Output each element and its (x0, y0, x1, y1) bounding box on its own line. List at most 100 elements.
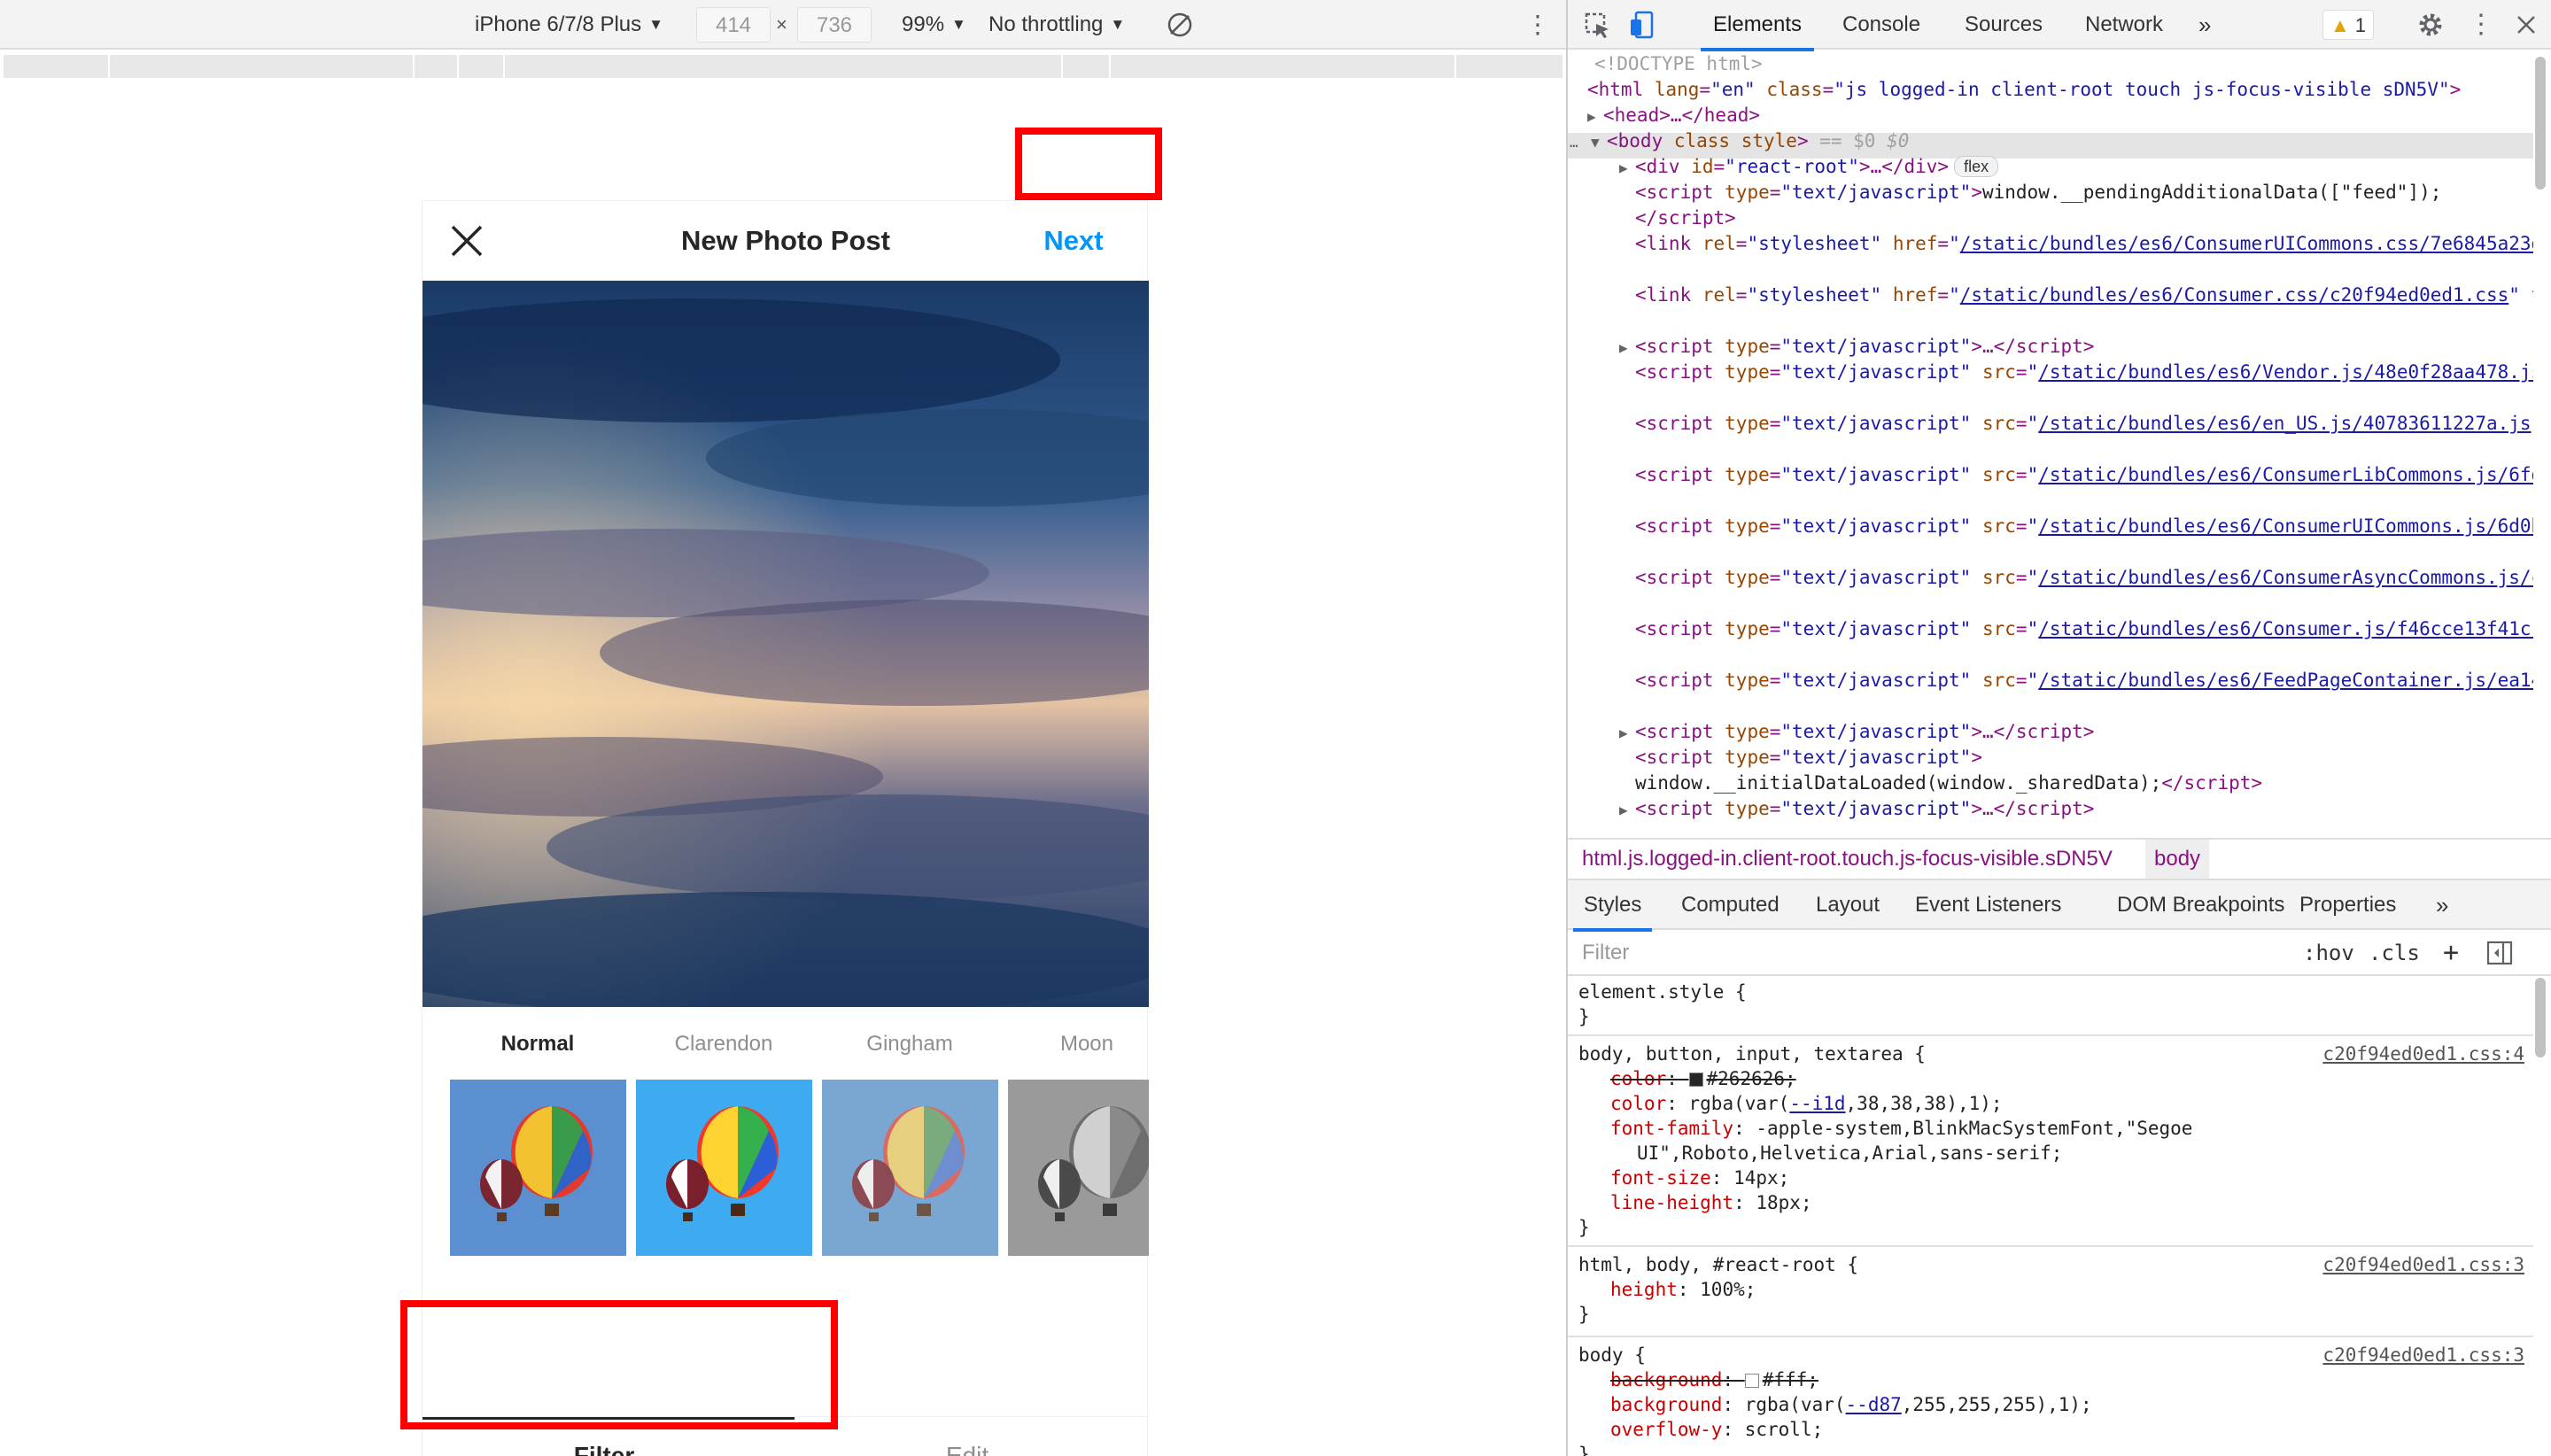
device-select[interactable]: iPhone 6/7/8 Plus ▼ (475, 0, 663, 50)
css-property-background[interactable]: background: rgba(var(--d87,255,255,255),… (1610, 1392, 2092, 1417)
tab-event-listeners[interactable]: Event Listeners (1915, 880, 2061, 930)
filter-label-clarendon[interactable]: Clarendon (635, 1025, 812, 1064)
dom-script-node[interactable]: ▶ <script type="text/javascript">…</scrip… (1619, 719, 2094, 746)
breadcrumb-body[interactable]: body (2145, 840, 2210, 879)
filter-thumb-clarendon[interactable] (636, 1080, 812, 1256)
dom-script-node[interactable]: <script type="text/javascript" src="/sta… (1635, 616, 2533, 642)
rule-selector[interactable]: body, button, input, textarea { (1578, 1042, 1926, 1066)
close-icon[interactable] (2510, 0, 2542, 50)
css-property-font-family[interactable]: font-family: -apple-system,BlinkMacSyste… (1610, 1116, 2192, 1141)
gear-icon[interactable] (2413, 0, 2448, 50)
css-property-line-height[interactable]: line-height: 18px; (1610, 1190, 1812, 1215)
dom-html-node[interactable]: <html lang="en" class="js logged-in clie… (1587, 77, 2461, 103)
ruler-segment[interactable] (1456, 55, 1564, 78)
throttling-select[interactable]: No throttling ▼ (989, 0, 1125, 50)
breadcrumb: html.js.logged-in.client-root.touch.js-f… (1568, 838, 2551, 880)
tab-properties[interactable]: Properties (2299, 880, 2396, 930)
width-input[interactable]: 414 (696, 7, 771, 43)
tab-console[interactable]: Console (1842, 0, 1920, 50)
rotate-icon[interactable] (1166, 0, 1198, 50)
dom-script-node[interactable]: <script type="text/javascript"> (1635, 745, 1982, 771)
more-options-icon[interactable]: ⋮ (1525, 0, 1550, 50)
styles-scrollbar[interactable] (2535, 978, 2546, 1057)
css-property-overflow-y[interactable]: overflow-y: scroll; (1610, 1417, 1823, 1442)
dom-script-node[interactable]: <script type="text/javascript" src="/sta… (1635, 514, 2533, 539)
device-toggle-icon[interactable] (1624, 0, 1660, 50)
filter-thumb-gingham[interactable] (822, 1080, 998, 1256)
tab-network[interactable]: Network (2085, 0, 2163, 50)
dom-head-node[interactable]: ▶ <head>…</head> (1587, 103, 1760, 129)
ruler-segment[interactable] (110, 55, 415, 78)
ruler-segment[interactable] (1111, 55, 1456, 78)
dom-script-node[interactable]: <script type="text/javascript" src="/sta… (1635, 411, 2533, 437)
rule-source-link[interactable]: c20f94ed0ed1.css:3 (2322, 1252, 2524, 1277)
dom-doctype[interactable]: <!DOCTYPE html> (1594, 51, 1763, 77)
breadcrumb-html[interactable]: html.js.logged-in.client-root.touch.js-f… (1582, 840, 2113, 879)
css-property-font-size[interactable]: font-size: 14px; (1610, 1166, 1789, 1190)
ruler-segment[interactable] (1063, 55, 1111, 78)
close-icon[interactable] (449, 223, 485, 259)
photo-preview (423, 281, 1149, 1007)
css-property-color-overridden[interactable]: color: #262626; (1610, 1066, 1796, 1091)
tab-layout[interactable]: Layout (1816, 880, 1880, 930)
ruler-segment[interactable] (4, 55, 110, 78)
tab-edit[interactable]: Edit (786, 1417, 1149, 1456)
warnings-badge[interactable]: ▲ 1 (2322, 10, 2375, 40)
color-swatch[interactable] (1688, 1073, 1703, 1087)
ruler-segment[interactable] (505, 55, 1063, 78)
filter-label-normal[interactable]: Normal (449, 1025, 626, 1064)
dom-script-node[interactable]: <script type="text/javascript" src="/sta… (1635, 668, 2533, 693)
rule-close: } (1578, 1304, 1590, 1325)
flex-badge[interactable]: flex (1954, 156, 1999, 177)
rule-close: } (1578, 1444, 1590, 1456)
dom-script-node[interactable]: <script type="text/javascript" src="/sta… (1635, 462, 2533, 488)
rule-source-link[interactable]: c20f94ed0ed1.css:4 (2322, 1042, 2524, 1066)
tab-elements[interactable]: Elements (1700, 0, 1815, 51)
dom-link-node[interactable]: <link rel="stylesheet" href="/static/bun… (1635, 283, 2533, 308)
dom-script-node[interactable]: ▶ <script type="text/javascript">…</scrip… (1619, 796, 2094, 823)
device-toolbar: iPhone 6/7/8 Plus ▼ 414 × 736 99% ▼ No thr… (0, 0, 1566, 50)
filter-label-moon[interactable]: Moon (998, 1025, 1175, 1064)
dom-link-node[interactable]: <link rel="stylesheet" href="/static/bun… (1635, 231, 2533, 257)
more-tabs-icon[interactable]: » (2198, 0, 2211, 50)
styles-filter-input[interactable] (1575, 935, 2283, 971)
dom-script-node[interactable]: ▶ <script type="text/javascript">…</scrip… (1619, 334, 2094, 360)
tab-filter[interactable]: Filter (423, 1417, 795, 1456)
inspect-element-icon[interactable] (1580, 0, 1616, 50)
post-header: New Photo Post Next (423, 201, 1149, 281)
filter-thumb-moon[interactable] (1008, 1080, 1149, 1256)
dom-scrollbar[interactable] (2535, 57, 2546, 190)
dom-script-node[interactable]: <script type="text/javascript" src="/sta… (1635, 360, 2533, 385)
rule-selector[interactable]: element.style { (1578, 980, 1747, 1004)
dom-body-node[interactable]: … ▼ <body class style> == $0 $0 (1570, 128, 1909, 155)
more-options-icon[interactable]: ⋮ (2468, 0, 2494, 50)
ruler-segment[interactable] (459, 55, 505, 78)
filter-label-gingham[interactable]: Gingham (821, 1025, 998, 1064)
zoom-select[interactable]: 99% ▼ (902, 0, 966, 50)
tab-dom-breakpoints[interactable]: DOM Breakpoints (2117, 880, 2284, 930)
css-property-color[interactable]: color: rgba(var(--i1d,38,38,38),1); (1610, 1091, 2003, 1116)
rule-source-link[interactable]: c20f94ed0ed1.css:3 (2322, 1343, 2524, 1367)
rule-body: body { c20f94ed0ed1.css:3 background: #f… (1568, 1339, 2533, 1456)
css-property-height[interactable]: height: 100%; (1610, 1277, 1756, 1302)
dom-script-node[interactable]: <script type="text/javascript" src="/sta… (1635, 565, 2533, 591)
class-toggle[interactable]: .cls (2369, 930, 2420, 976)
height-input[interactable]: 736 (797, 7, 872, 43)
rule-selector[interactable]: html, body, #react-root { (1578, 1252, 1858, 1277)
warnings-count: 1 (2354, 14, 2367, 36)
hover-state-toggle[interactable]: :hov (2303, 930, 2354, 976)
new-rule-icon[interactable]: + (2443, 930, 2459, 976)
dom-react-root[interactable]: ▶ <div id="react-root">…</div> flex (1619, 154, 1999, 181)
css-property-background-overridden[interactable]: background: #fff; (1610, 1367, 1818, 1392)
sidebar-toggle-icon[interactable] (2485, 930, 2517, 976)
tab-styles[interactable]: Styles (1572, 880, 1653, 932)
dom-script-node[interactable]: <script type="text/javascript">window.__… (1635, 180, 2441, 205)
tab-sources[interactable]: Sources (1965, 0, 2043, 50)
color-swatch[interactable] (1744, 1374, 1759, 1388)
ruler-segment[interactable] (415, 55, 459, 78)
next-button[interactable]: Next (1016, 217, 1131, 265)
rule-selector[interactable]: body { (1578, 1343, 1646, 1367)
more-tabs-icon[interactable]: » (2436, 880, 2448, 930)
filter-thumb-normal[interactable] (450, 1080, 626, 1256)
tab-computed[interactable]: Computed (1681, 880, 1779, 930)
